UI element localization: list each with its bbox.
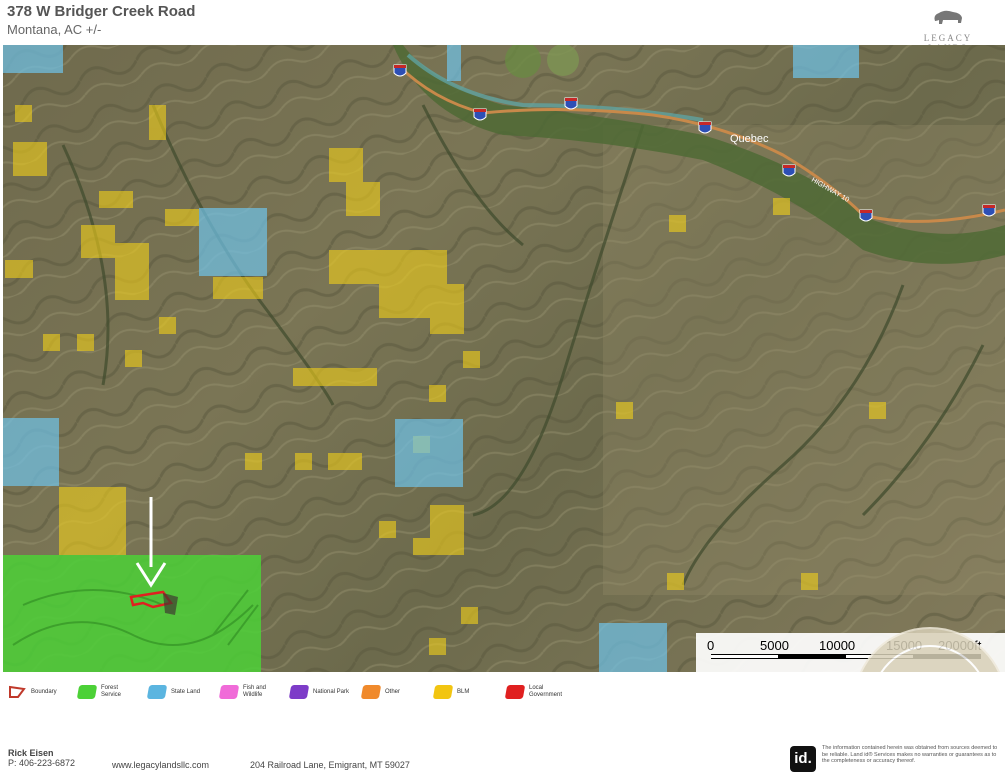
map-view[interactable]: Quebec HIGHWAY 10 0 5000 10000 15000 200… [3,45,1005,672]
scale-label: 10000 [819,638,855,653]
bison-icon [934,10,962,24]
legend-swatch [360,685,382,699]
header: 378 W Bridger Creek Road Montana, AC +/-… [0,0,1008,53]
disclaimer-text: The information contained herein was obt… [822,745,998,764]
legend-item-state-land: State Land [146,678,200,706]
page-subtitle: Montana, AC +/- [7,22,102,37]
legend-swatch [76,685,98,699]
agent-phone: P: 406-223-6872 [8,758,76,768]
legend-item-local-government: Local Government [504,678,569,706]
map-canvas: Quebec HIGHWAY 10 0 5000 10000 15000 200… [3,45,1005,672]
legend-swatch [504,685,526,699]
agent-name: Rick Eisen [8,748,54,758]
legend-swatch [432,685,454,699]
legend-item-other: Other [360,678,400,706]
scale-label: 5000 [760,638,789,653]
place-label-quebec: Quebec [730,133,769,145]
seal-watermark [853,627,1005,672]
legend-item-forest-service: Forest Service [76,678,131,706]
page-title: 378 W Bridger Creek Road [7,3,196,20]
land-id-logo: id. [790,746,816,772]
forest-service-area [3,555,261,672]
scale-label: 0 [707,638,714,653]
agent-contact: Rick Eisen P: 406-223-6872 [8,748,75,768]
legend-item-boundary: Boundary [8,678,57,706]
boundary-outline-icon [9,685,26,698]
legend-swatch [146,685,168,699]
legend-item-national-park: National Park [288,678,349,706]
legend-item-blm: BLM [432,678,469,706]
footer: Rick Eisen P: 406-223-6872 www.legacylan… [0,740,1008,778]
legend-swatch [218,685,240,699]
legend-swatch [288,685,310,699]
map-legend: Boundary Forest Service State Land Fish … [0,678,1008,708]
office-address: 204 Railroad Lane, Emigrant, MT 59027 [250,760,410,770]
website-link[interactable]: www.legacylandsllc.com [112,760,209,770]
legend-item-fish-wildlife: Fish and Wildlife [218,678,273,706]
